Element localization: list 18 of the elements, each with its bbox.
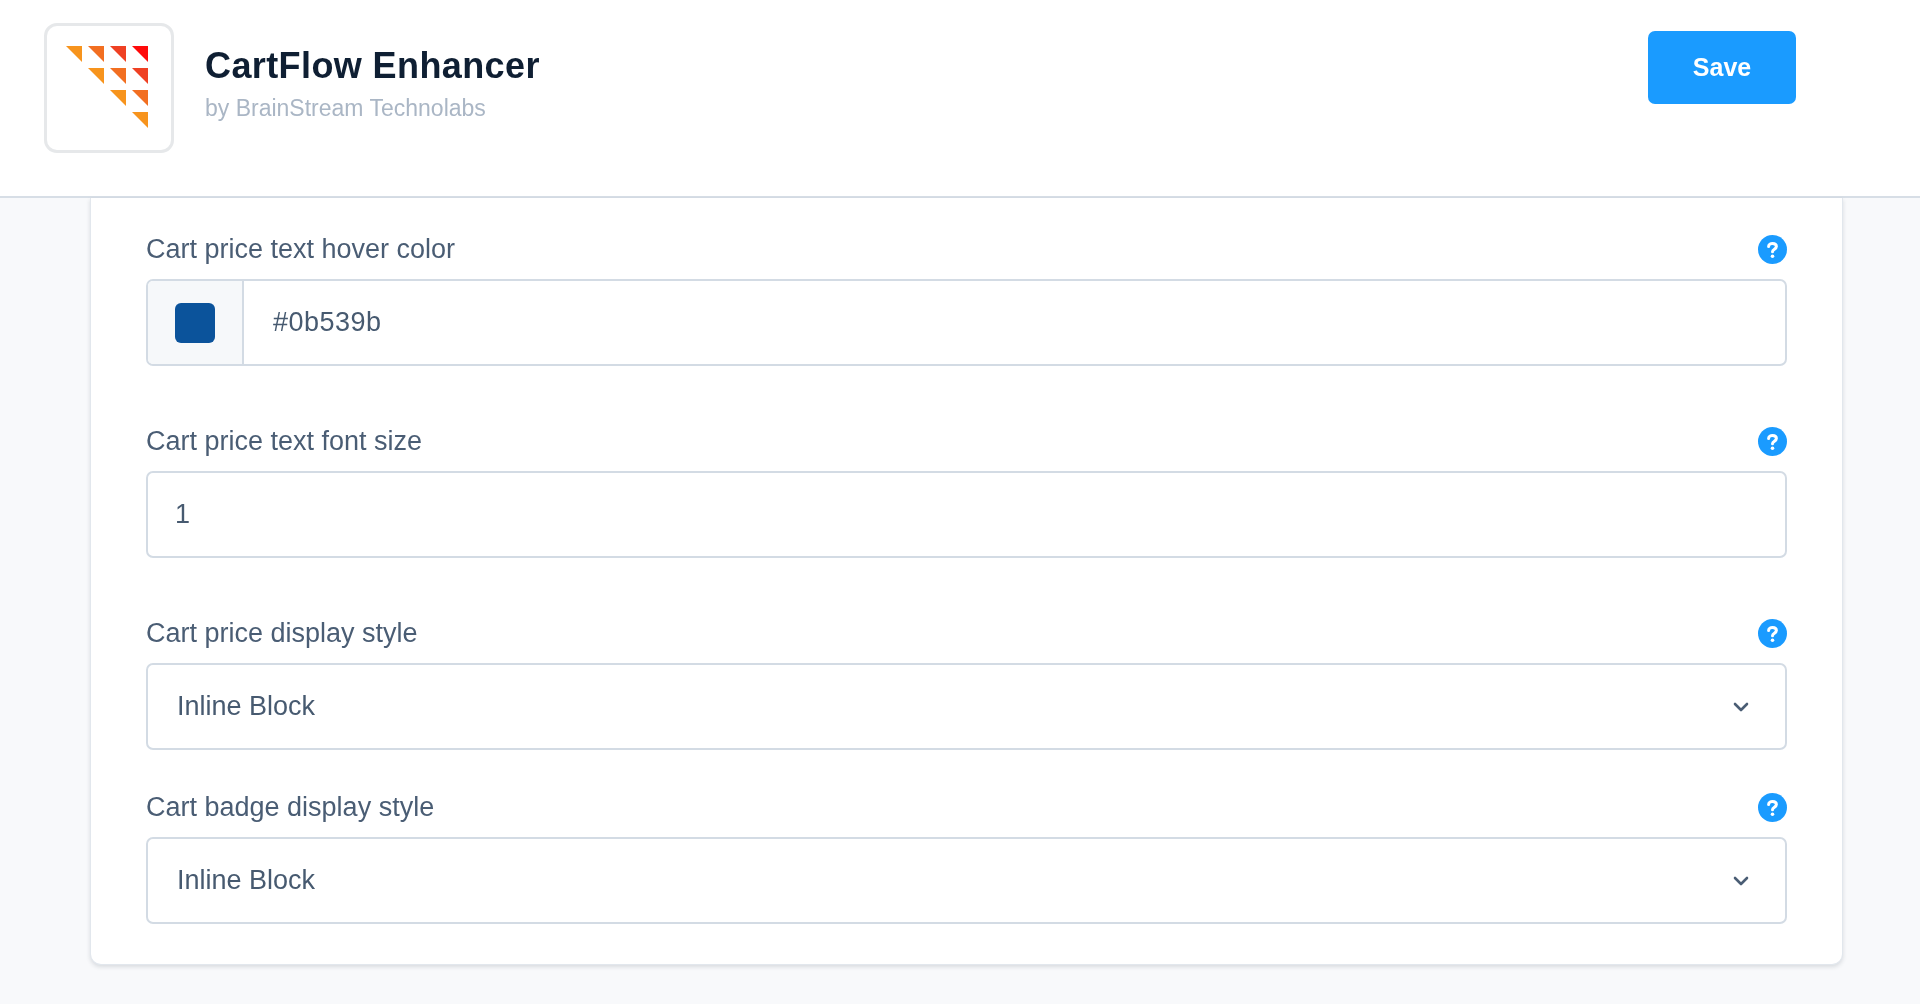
help-icon[interactable] [1758,792,1787,822]
chevron-down-icon [1733,701,1749,712]
chevron-down-icon [1733,875,1749,886]
setting-label: Cart price text hover color [146,233,456,265]
dropdown-select[interactable]: Inline Block [146,837,1787,924]
text-input[interactable]: 1 [146,471,1787,558]
developer-name: by BrainStream Technolabs [205,94,487,122]
color-field[interactable]: #0b539b [146,279,1787,366]
app-logo-icon [44,23,174,153]
help-icon[interactable] [1758,234,1787,264]
app-title: CartFlow Enhancer [205,44,540,88]
setting-label: Cart badge display style [146,791,435,823]
dropdown-select[interactable]: Inline Block [146,663,1787,750]
color-picker-button[interactable] [148,281,244,364]
help-icon[interactable] [1758,426,1787,456]
setting-label: Cart price text font size [146,425,423,457]
setting-label: Cart price display style [146,617,418,649]
help-icon[interactable] [1758,618,1787,648]
